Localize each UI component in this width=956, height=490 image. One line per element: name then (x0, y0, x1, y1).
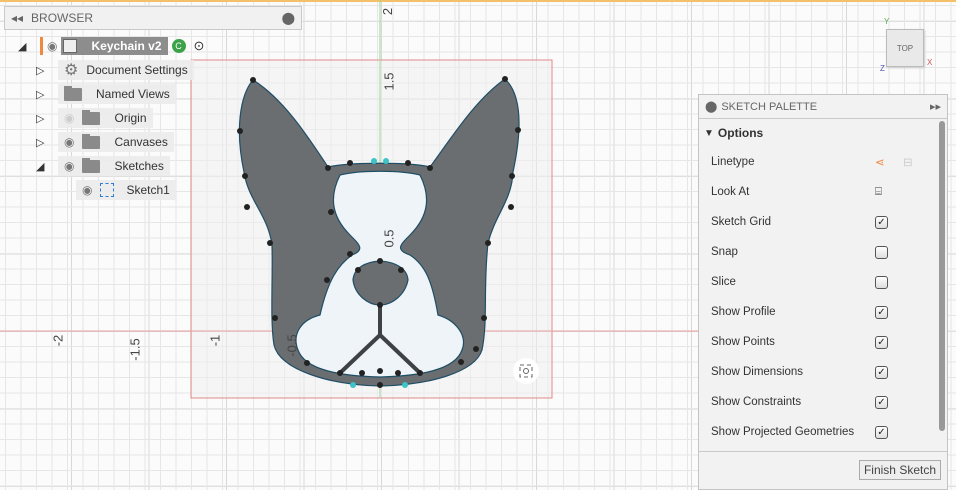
expanded-triangle-icon[interactable]: ◢ (36, 160, 48, 173)
collapse-panel-icon[interactable]: ◂◂ (11, 11, 23, 25)
activate-icon[interactable]: C (171, 39, 186, 53)
tree-item-document-settings[interactable]: ▷ ⚙ Document Settings (36, 60, 194, 80)
sketch-grid-checkbox[interactable]: ✓ (875, 215, 888, 229)
option-label: Show Constraints (711, 396, 802, 408)
construction-linetype-icon[interactable]: ⋖ (875, 155, 885, 169)
tree-label: Canvases (114, 135, 168, 149)
tree-item-canvases[interactable]: ▷ ◉ Canvases (36, 132, 174, 152)
show-profile-checkbox[interactable]: ✓ (875, 305, 888, 319)
component-chip: Keychain v2 (61, 37, 168, 55)
snap-checkbox[interactable] (875, 245, 888, 259)
option-label: Slice (711, 276, 736, 288)
option-label: Sketch Grid (711, 216, 772, 228)
sketch-palette: ⬤ SKETCH PALETTE ▸▸ ▼ Options Linetype ⋖ ⊟ Lo… (698, 94, 948, 490)
collapsed-triangle-icon[interactable]: ▷ (36, 136, 48, 149)
active-marker (40, 37, 43, 55)
eye-icon[interactable]: ◉ (64, 135, 74, 149)
show-dimensions-checkbox[interactable]: ✓ (875, 365, 888, 379)
expand-icon[interactable]: ▸▸ (930, 100, 941, 113)
option-snap: Snap (699, 237, 947, 267)
eye-hidden-icon[interactable]: ◉ (64, 111, 74, 125)
option-label: Linetype (711, 156, 755, 168)
show-constraints-checkbox[interactable]: ✓ (875, 395, 888, 409)
axis-label-y-0.5: 0.5 (381, 229, 397, 248)
axis-label-x--1.5: -1.5 (127, 338, 143, 361)
slice-checkbox[interactable] (875, 275, 888, 289)
option-look-at: Look At ⌸ (699, 177, 947, 207)
tree-label: Sketch1 (126, 183, 170, 197)
viewcube-axis-x: X (927, 58, 933, 67)
option-show-constraints: Show Constraints ✓ (699, 387, 947, 417)
option-label: Show Projected Geometries (711, 426, 855, 438)
collapsed-triangle-icon[interactable]: ▷ (36, 112, 48, 125)
options-section-toggle[interactable]: ▼ Options (699, 119, 947, 147)
zoom-fit-icon[interactable] (513, 358, 539, 384)
sketch-icon (100, 183, 115, 197)
folder-icon (82, 133, 101, 149)
section-title: Options (717, 126, 764, 140)
collapsed-triangle-icon[interactable]: ▷ (36, 88, 48, 101)
folder-icon (82, 157, 101, 173)
expanded-triangle-icon[interactable]: ◢ (18, 40, 30, 53)
tree-item-sketch1[interactable]: ◉ Sketch1 (76, 180, 176, 200)
tree-label: Sketches (114, 159, 164, 173)
option-label: Look At (711, 186, 750, 198)
axis-label-x--2: -2 (50, 334, 66, 347)
collapsed-triangle-icon[interactable]: ▷ (36, 64, 48, 77)
browser-title: BROWSER (31, 11, 94, 25)
folder-icon (82, 109, 101, 125)
component-name: Keychain v2 (91, 39, 162, 53)
tree-item-named-views[interactable]: ▷ Named Views (36, 84, 176, 104)
show-points-checkbox[interactable]: ✓ (875, 335, 888, 349)
eye-icon[interactable]: ◉ (64, 159, 74, 173)
tree-item-sketches[interactable]: ◢ ◉ Sketches (36, 156, 170, 176)
finish-sketch-button[interactable]: Finish Sketch (858, 460, 941, 480)
option-linetype: Linetype ⋖ ⊟ (699, 147, 947, 177)
option-show-dimensions: Show Dimensions ✓ (699, 357, 947, 387)
centerline-linetype-icon[interactable]: ⊟ (903, 155, 913, 169)
option-label: Show Profile (711, 306, 776, 318)
palette-title: SKETCH PALETTE (721, 100, 818, 113)
look-at-icon[interactable]: ⌸ (875, 186, 882, 199)
radio-target-icon[interactable]: ⊙ (194, 38, 205, 54)
option-label: Show Points (711, 336, 775, 348)
axis-label-x--1: -1 (207, 334, 223, 347)
option-show-profile: Show Profile ✓ (699, 297, 947, 327)
tree-item-component[interactable]: ◢ ◉ Keychain v2 C ⊙ (18, 36, 204, 56)
viewcube-axis-z: Z (880, 64, 885, 73)
gear-icon: ⚙ (64, 62, 79, 79)
tree-label: Origin (114, 111, 147, 125)
palette-footer-divider (699, 451, 947, 452)
component-icon (63, 39, 78, 53)
option-label: Snap (711, 246, 738, 258)
option-show-points: Show Points ✓ (699, 327, 947, 357)
axis-label-x--0.5: -0.5 (284, 334, 300, 357)
expanded-triangle-icon: ▼ (704, 127, 714, 139)
eye-icon[interactable]: ◉ (82, 183, 92, 197)
option-slice: Slice (699, 267, 947, 297)
option-sketch-grid: Sketch Grid ✓ (699, 207, 947, 237)
tree-item-origin[interactable]: ▷ ◉ Origin (36, 108, 153, 128)
axis-label-y-1.5: 1.5 (381, 72, 397, 91)
palette-scrollbar[interactable] (939, 121, 945, 431)
show-projected-geometries-checkbox[interactable]: ✓ (875, 425, 888, 439)
tree-label: Named Views (96, 87, 170, 101)
minimize-icon[interactable]: ⬤ (282, 11, 295, 25)
browser-panel-header: ◂◂ BROWSER ⬤ (4, 6, 302, 30)
viewcube-axis-y: Y (884, 17, 890, 26)
option-label: Show Dimensions (711, 366, 804, 378)
viewcube-face-top[interactable]: TOP (897, 44, 913, 53)
minimize-icon[interactable]: ⬤ (705, 100, 717, 113)
eye-icon[interactable]: ◉ (47, 39, 57, 53)
viewcube[interactable]: TOP (886, 29, 924, 67)
option-show-projected-geometries: Show Projected Geometries ✓ (699, 417, 947, 447)
folder-icon (64, 85, 82, 101)
axis-label-y-2: 2 (380, 7, 396, 16)
tree-label: Document Settings (86, 63, 188, 77)
